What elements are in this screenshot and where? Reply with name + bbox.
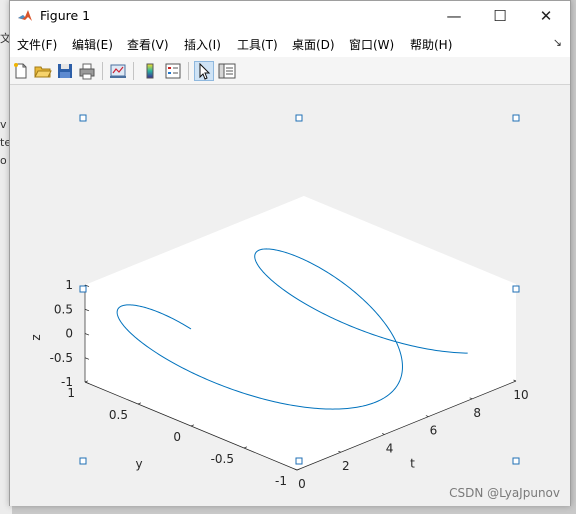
minimize-button[interactable]: — xyxy=(431,1,477,31)
toolbar xyxy=(10,57,570,85)
menu-edit[interactable]: 编辑(E) xyxy=(72,36,113,53)
matlab-logo-icon xyxy=(17,8,33,24)
selection-handle[interactable] xyxy=(512,285,520,293)
y-tick-label: 0.5 xyxy=(109,408,128,422)
z-tick-label: -0.5 xyxy=(50,351,73,365)
t-axis-label: t xyxy=(410,457,415,471)
print-icon[interactable] xyxy=(77,61,97,81)
new-figure-icon[interactable] xyxy=(11,61,31,81)
menu-view[interactable]: 查看(V) xyxy=(127,36,169,53)
t-tick-label: 4 xyxy=(386,441,394,455)
menu-tools[interactable]: 工具(T) xyxy=(237,36,278,53)
menu-bar: 文件(F) 编辑(E) 查看(V) 插入(I) 工具(T) 桌面(D) 窗口(W… xyxy=(10,31,570,57)
select-arrow-icon[interactable] xyxy=(194,61,214,81)
t-tick-label: 0 xyxy=(298,477,306,491)
y-axis-label: y xyxy=(135,457,142,471)
selection-handle[interactable] xyxy=(512,114,520,122)
toolbar-separator xyxy=(188,62,189,80)
maximize-button[interactable]: ☐ xyxy=(477,1,523,31)
z-tick-label: 0 xyxy=(65,327,73,341)
close-button[interactable]: ✕ xyxy=(523,1,569,31)
selection-handle[interactable] xyxy=(79,457,87,465)
axes-box xyxy=(85,196,516,470)
menu-insert[interactable]: 插入(I) xyxy=(184,36,221,53)
menu-window[interactable]: 窗口(W) xyxy=(349,36,394,53)
selection-handle[interactable] xyxy=(295,457,303,465)
figure-window: Figure 1 — ☐ ✕ 文件(F) 编辑(E) 查看(V) 插入(I) 工… xyxy=(9,0,571,506)
menu-file[interactable]: 文件(F) xyxy=(17,36,57,53)
menu-help[interactable]: 帮助(H) xyxy=(410,36,452,53)
selection-handle[interactable] xyxy=(295,114,303,122)
plot-area[interactable]: 024681010.50-0.5-110.50-0.5-1tyz xyxy=(10,85,570,506)
t-tick-label: 8 xyxy=(473,406,481,420)
open-file-icon[interactable] xyxy=(33,61,53,81)
selection-handle[interactable] xyxy=(512,457,520,465)
insert-legend-icon[interactable] xyxy=(163,61,183,81)
background-text: o xyxy=(0,154,7,167)
z-tick-label: 0.5 xyxy=(54,302,73,316)
menu-overflow-icon[interactable]: ↘ xyxy=(553,36,562,49)
title-bar[interactable]: Figure 1 — ☐ ✕ xyxy=(10,1,570,31)
link-plot-icon[interactable] xyxy=(108,61,128,81)
background-text: v xyxy=(0,118,7,131)
y-tick-label: -0.5 xyxy=(211,452,234,466)
figure-canvas[interactable]: 0 2 4 6 8 10 1 0.5 0 -0.5 -1 1 0.5 0 -0.5 -1 t y z CSDN @L… xyxy=(10,85,570,506)
menu-desktop[interactable]: 桌面(D) xyxy=(292,36,335,53)
t-tick-label: 2 xyxy=(342,459,350,473)
y-tick-label: 0 xyxy=(173,430,181,444)
insert-colorbar-icon[interactable] xyxy=(140,61,160,81)
t-tick-label: 6 xyxy=(430,424,438,438)
toolbar-separator xyxy=(102,62,103,80)
selection-handle[interactable] xyxy=(79,114,87,122)
z-tick-label: -1 xyxy=(61,375,73,389)
z-axis-label: z xyxy=(29,334,43,340)
property-inspector-icon[interactable] xyxy=(217,61,237,81)
toolbar-separator xyxy=(133,62,134,80)
watermark: CSDN @LyaJpunov xyxy=(449,486,560,500)
save-icon[interactable] xyxy=(55,61,75,81)
t-tick-label: 10 xyxy=(513,388,528,402)
selection-handle[interactable] xyxy=(79,285,87,293)
z-tick-label: 1 xyxy=(65,278,73,292)
window-title: Figure 1 xyxy=(40,8,91,23)
y-tick-label: -1 xyxy=(275,474,287,488)
